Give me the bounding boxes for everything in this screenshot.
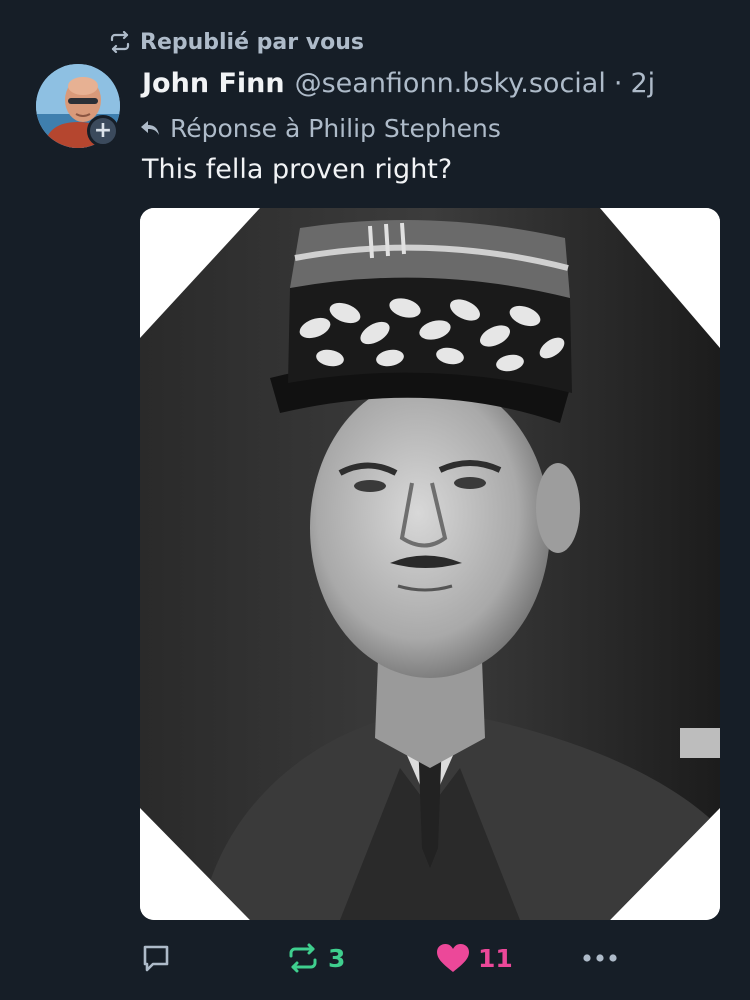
- author-name[interactable]: John Finn: [142, 68, 285, 99]
- post-card[interactable]: Republié par vous + John Finn @seanfionn…: [0, 0, 750, 1000]
- comment-icon: [140, 942, 172, 974]
- repost-icon: [286, 943, 320, 973]
- post-actions: 3 11: [0, 936, 750, 980]
- reply-button[interactable]: [140, 936, 172, 980]
- reply-to-label: Réponse à Philip Stephens: [170, 113, 501, 143]
- heart-icon: [436, 943, 470, 973]
- reply-context[interactable]: Réponse à Philip Stephens: [140, 112, 501, 144]
- reposted-by-label: Republié par vous: [140, 29, 364, 55]
- reply-arrow-icon: [140, 119, 160, 137]
- like-button[interactable]: 11: [436, 936, 513, 980]
- reposted-by-line[interactable]: Republié par vous: [108, 28, 364, 56]
- post-image[interactable]: [140, 208, 720, 920]
- author-avatar[interactable]: +: [36, 64, 120, 148]
- more-options-button[interactable]: [582, 936, 618, 980]
- repost-icon: [108, 31, 132, 53]
- follow-plus-icon[interactable]: +: [87, 115, 119, 147]
- more-dots-icon: [582, 953, 618, 963]
- like-count: 11: [478, 943, 513, 973]
- post-text: This fella proven right?: [142, 154, 453, 185]
- post-header: John Finn @seanfionn.bsky.social · 2j: [142, 68, 655, 104]
- post-timestamp[interactable]: 2j: [630, 68, 655, 99]
- repost-button[interactable]: 3: [286, 936, 345, 980]
- repost-count: 3: [328, 943, 346, 973]
- header-separator: ·: [613, 68, 623, 99]
- author-handle[interactable]: @seanfionn.bsky.social: [295, 68, 606, 99]
